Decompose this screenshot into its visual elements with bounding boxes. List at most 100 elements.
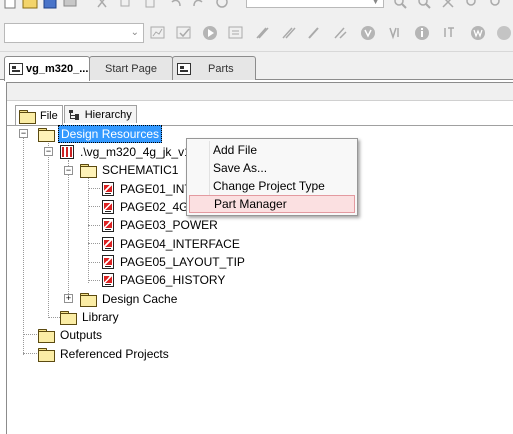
filter-combo[interactable]: ⌄ [4, 23, 144, 43]
power-icon[interactable] [470, 25, 486, 41]
zoom-area-icon[interactable] [440, 0, 456, 10]
schematic-page-icon [102, 273, 114, 287]
tree-item-label: Outputs [60, 328, 103, 342]
tab-file[interactable]: File [15, 105, 63, 125]
print-icon[interactable] [62, 0, 78, 10]
schematic-page-icon [102, 182, 114, 196]
menu-item-label: Save As... [213, 161, 268, 175]
folder-icon [80, 293, 97, 307]
zoom-fit-icon[interactable] [488, 0, 504, 10]
menu-item-save-as[interactable]: Save As... [189, 159, 355, 177]
tree-item-page[interactable]: PAGE06_HISTORY [102, 271, 227, 289]
panel-header [7, 83, 513, 101]
folder-icon [38, 329, 55, 343]
zoom-out-icon[interactable] [416, 0, 432, 10]
tree-item-label: PAGE03_POWER [120, 218, 218, 232]
save-icon[interactable] [42, 0, 58, 10]
menu-item-change-project-type[interactable]: Change Project Type [189, 177, 355, 195]
tab-start-page[interactable]: Start Page [89, 56, 173, 80]
tree-item-design-file[interactable]: .\vg_m320_4g_jk_v1 [60, 143, 193, 161]
context-menu: Add File Save As... Change Project Type … [186, 138, 358, 216]
hierarchy-icon [68, 109, 82, 121]
folder-open-icon [80, 164, 97, 178]
pencil-edit-icon[interactable] [306, 25, 322, 41]
copy-icon[interactable] [118, 0, 134, 10]
paste-icon[interactable] [142, 0, 158, 10]
pencil-alt-icon[interactable] [280, 25, 296, 41]
tree-item-library[interactable]: Library [60, 308, 121, 326]
tree-item-label: PAGE05_LAYOUT_TIP [120, 255, 245, 269]
info-icon[interactable] [414, 25, 430, 41]
open-folder-icon[interactable] [22, 0, 38, 10]
menu-item-label: Part Manager [214, 197, 287, 211]
cut-icon[interactable] [94, 0, 110, 10]
menu-item-label: Add File [213, 143, 258, 157]
tab-label: vg_m320_... [26, 63, 89, 75]
tree-item-page[interactable]: PAGE03_POWER [102, 216, 220, 234]
probe-icon[interactable] [496, 25, 512, 41]
tree-item-label: Design Cache [102, 292, 178, 306]
chart-icon[interactable] [150, 25, 166, 41]
part-search-combo[interactable]: ▼ [246, 0, 384, 8]
project-manager-panel: File Hierarchy − − − + Design Resources … [6, 82, 513, 434]
tree-item-label: PAGE02_4G [120, 200, 189, 214]
tree-item-label: PAGE04_INTERFACE [120, 237, 240, 251]
tab-label: Parts [208, 62, 234, 75]
menu-item-add-file[interactable]: Add File [189, 141, 355, 159]
refresh-icon[interactable] [214, 0, 230, 10]
tree-item-page[interactable]: PAGE02_4G [102, 198, 190, 216]
schematic-page-icon [102, 200, 114, 214]
tree-item-page[interactable]: PAGE05_LAYOUT_TIP [102, 253, 247, 271]
tab-parts[interactable]: Parts [172, 56, 256, 80]
new-file-icon[interactable] [2, 0, 18, 10]
schematic-page-icon [102, 237, 114, 251]
current-icon[interactable] [442, 25, 458, 41]
subtab-label: Hierarchy [84, 108, 132, 121]
zoom-in-icon[interactable] [392, 0, 408, 10]
netlist-icon[interactable] [228, 25, 244, 41]
menu-item-label: Change Project Type [213, 179, 325, 193]
tree-item-outputs[interactable]: Outputs [38, 326, 104, 344]
tree-item-design-resources[interactable]: Design Resources [38, 125, 163, 143]
design-file-icon [60, 145, 74, 159]
project-icon [9, 63, 23, 75]
menu-item-part-manager[interactable]: Part Manager [189, 195, 355, 213]
tree-item-label: .\vg_m320_4g_jk_v1 [80, 145, 191, 159]
undo-icon[interactable] [168, 0, 184, 10]
tree-item-label: Design Resources [58, 125, 163, 143]
chevron-down-icon[interactable]: ▼ [371, 0, 380, 6]
play-icon[interactable] [202, 25, 218, 41]
tree-item-label: PAGE06_HISTORY [120, 273, 226, 287]
tree-item-schematic[interactable]: SCHEMATIC1 [80, 161, 180, 179]
collapse-toggle[interactable]: − [19, 129, 28, 138]
main-toolbar: ▼ [0, 0, 513, 14]
tab-label: Start Page [105, 62, 157, 75]
chevron-down-icon[interactable]: ⌄ [131, 27, 139, 38]
tree-item-page[interactable]: PAGE01_INT [102, 180, 194, 198]
folder-icon [19, 109, 36, 124]
collapse-toggle[interactable]: − [64, 166, 73, 175]
pencil-erase-icon[interactable] [332, 25, 348, 41]
voltage-icon[interactable] [388, 25, 404, 41]
project-view-tabs: File Hierarchy [15, 105, 138, 125]
schematic-page-icon [102, 255, 114, 269]
tree-item-referenced-projects[interactable]: Referenced Projects [38, 345, 171, 363]
collapse-toggle[interactable]: − [44, 147, 53, 156]
pencil-icon[interactable] [254, 25, 270, 41]
tree-item-label: Referenced Projects [60, 347, 169, 361]
folder-icon [38, 348, 55, 362]
zoom-all-icon[interactable] [464, 0, 480, 10]
circle-v-icon[interactable] [360, 25, 376, 41]
schematic-page-icon [102, 218, 114, 232]
tree-item-design-cache[interactable]: Design Cache [80, 290, 179, 308]
tree-item-label: SCHEMATIC1 [102, 163, 179, 177]
folder-icon [60, 311, 77, 325]
redo-icon[interactable] [190, 0, 206, 10]
expand-toggle[interactable]: + [64, 294, 73, 303]
check-icon[interactable] [176, 25, 192, 41]
folder-open-icon [38, 128, 55, 142]
tab-hierarchy[interactable]: Hierarchy [63, 105, 137, 123]
tree-item-page[interactable]: PAGE04_INTERFACE [102, 235, 242, 253]
tab-project[interactable]: vg_m320_... [4, 56, 90, 81]
parts-icon [177, 62, 191, 75]
